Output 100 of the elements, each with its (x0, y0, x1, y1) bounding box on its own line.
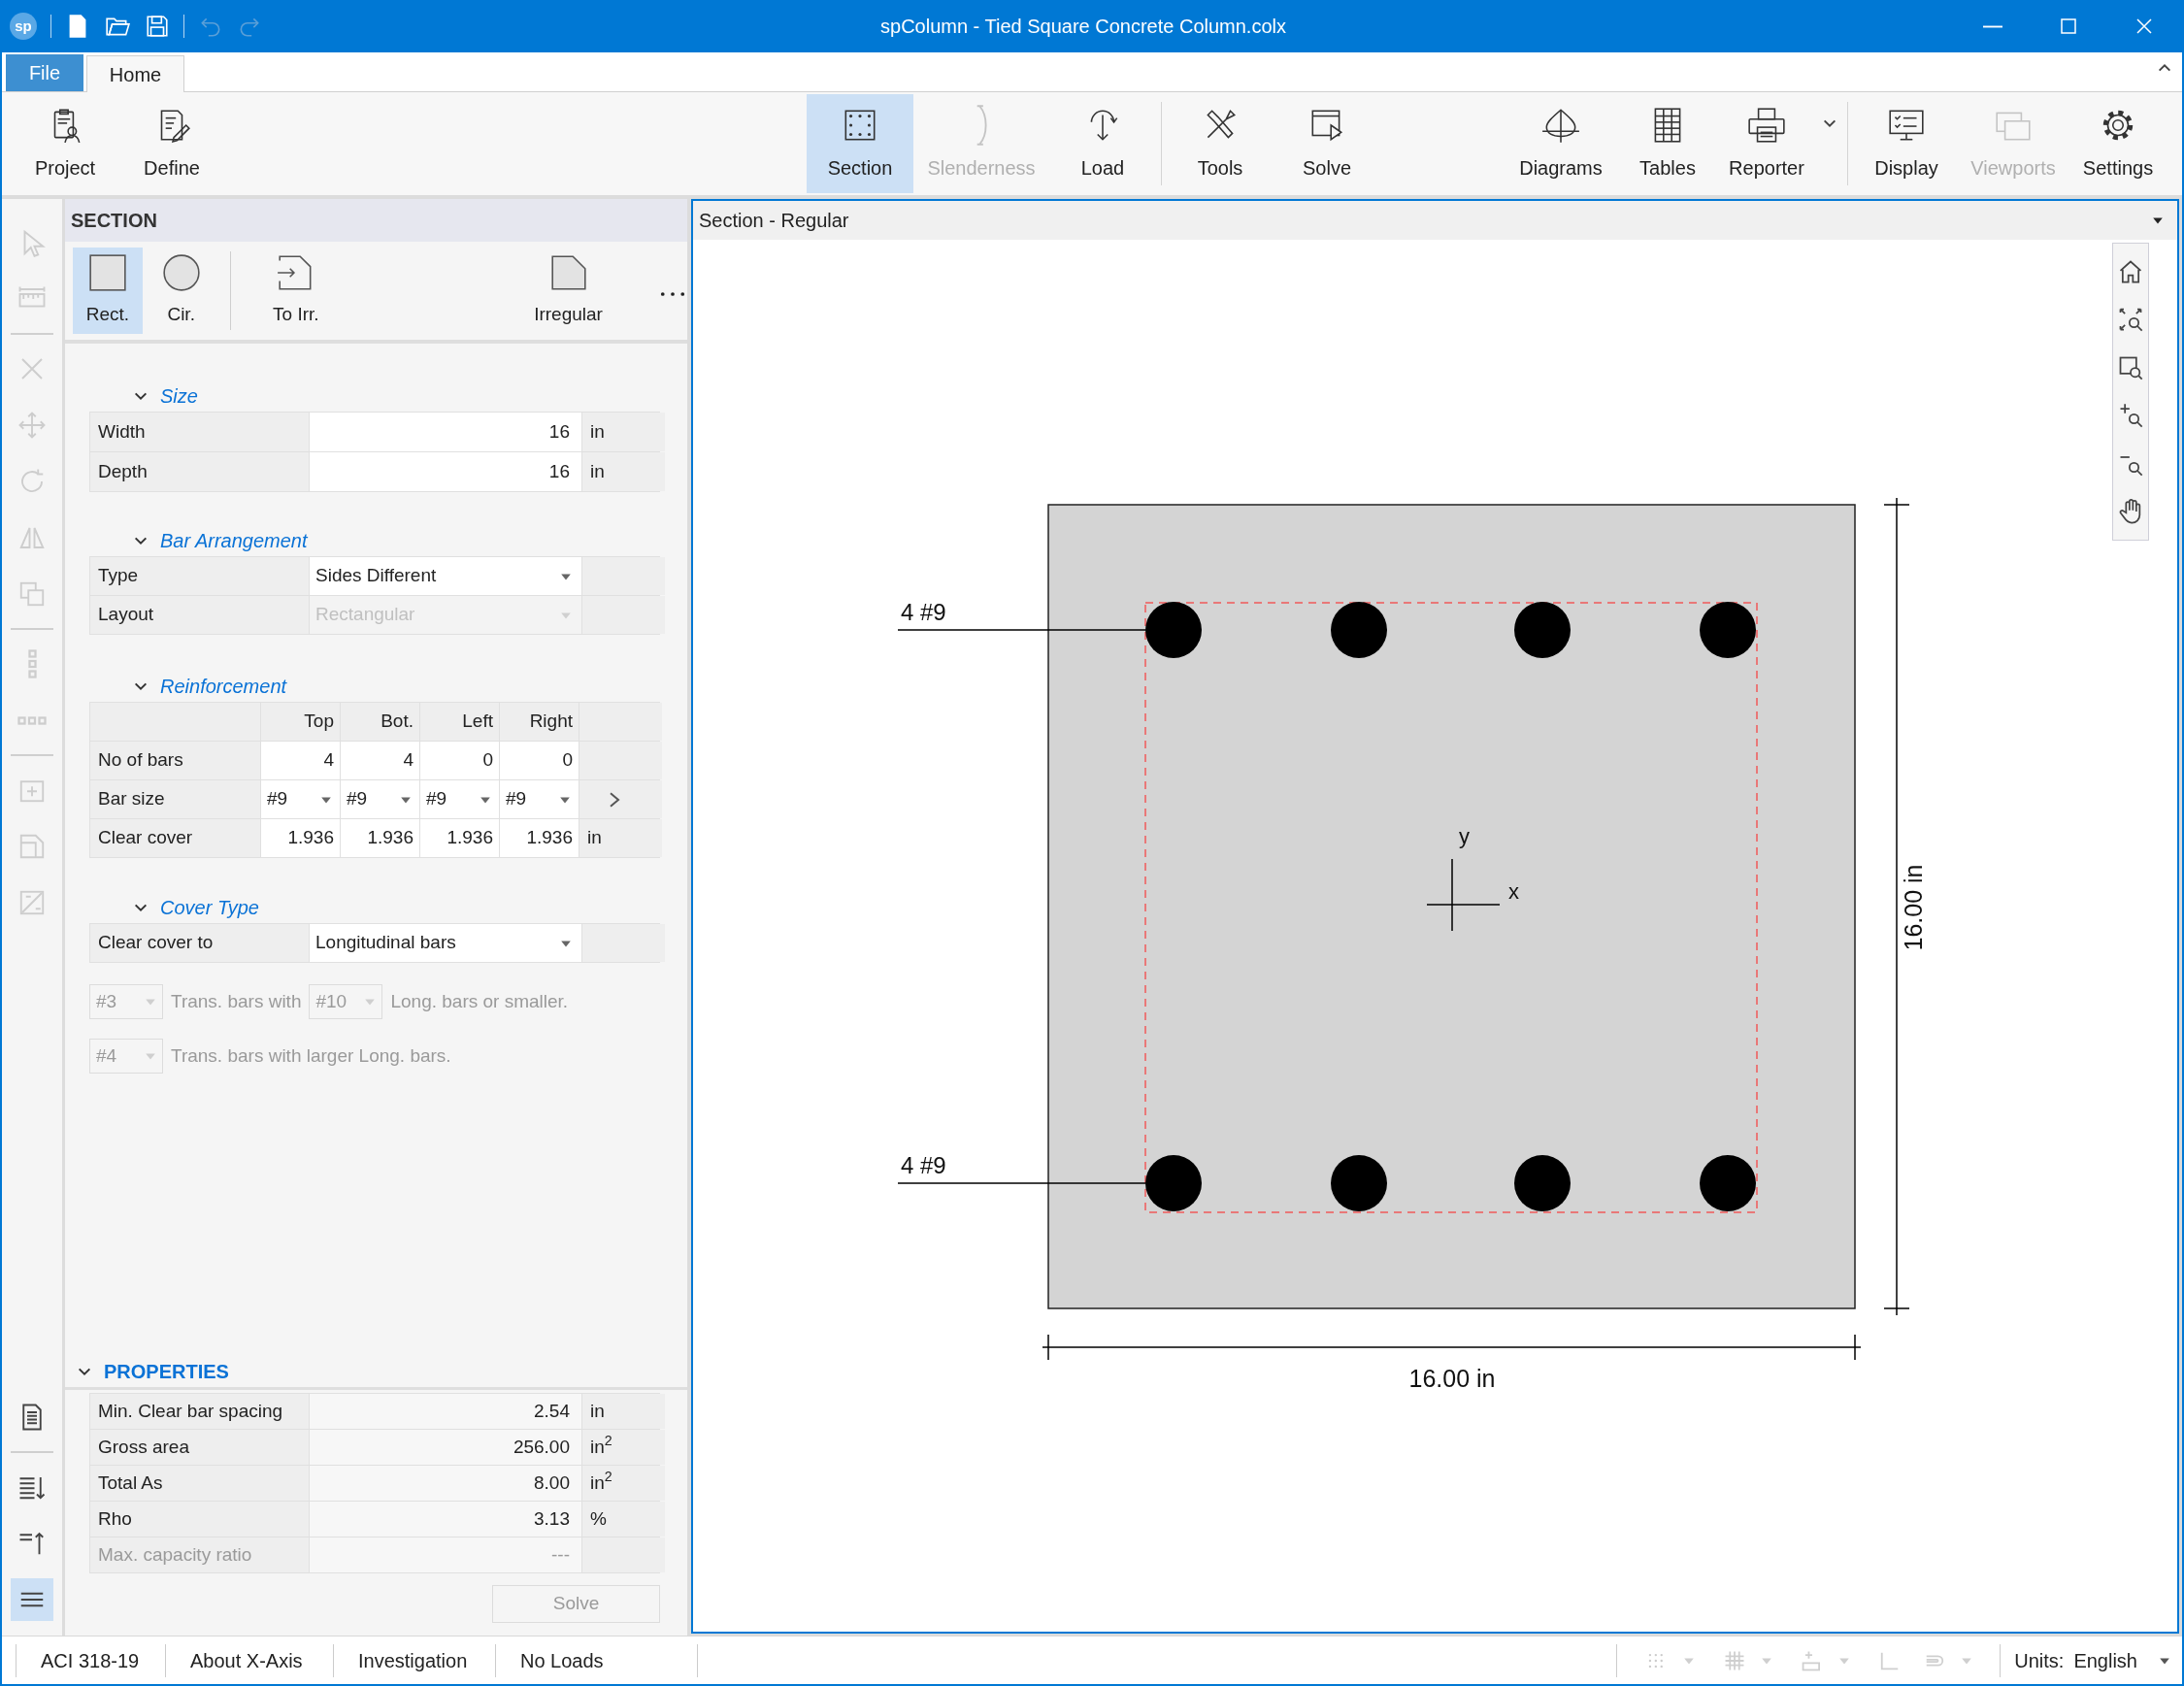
app-logo: sp (10, 13, 37, 40)
field-label: Bar size (90, 780, 260, 818)
input-field[interactable]: 0 (420, 742, 499, 779)
window-title: spColumn - Tied Square Concrete Column.colx (879, 15, 1287, 39)
status-item: Investigation (357, 1648, 469, 1673)
tool-button[interactable] (11, 1578, 53, 1621)
value-text: --- (310, 1537, 581, 1572)
rebar (1700, 1155, 1756, 1211)
status-item: About X-Axis (189, 1648, 304, 1673)
value-text: 2.54 (310, 1394, 581, 1429)
ribbon-tab[interactable]: Home (86, 55, 184, 92)
group-heading: Cover Type (160, 896, 259, 920)
vertical-dots-icon (27, 649, 37, 678)
unit-label: in$^{2}$ (582, 1430, 665, 1465)
value-text: 8.00 (310, 1466, 581, 1501)
units-dropdown[interactable]: English (2073, 1645, 2170, 1675)
dropdown[interactable]: #9 (500, 780, 579, 818)
rebar (1331, 1155, 1387, 1211)
ribbon-button[interactable]: Display (1853, 94, 1960, 193)
close-icon (2134, 17, 2154, 36)
dimension-label: 16.00 in (1900, 864, 1927, 951)
shape-button[interactable]: Cir. (146, 248, 216, 334)
dropdown[interactable]: #9 (341, 780, 419, 818)
rebar (1145, 1155, 1202, 1211)
view-title: Section - Regular (699, 209, 849, 233)
column-header: Top (261, 703, 340, 741)
status-item: ACI 318-19 (40, 1648, 141, 1673)
field-label: Total As (90, 1466, 309, 1501)
ribbon-button[interactable]: Settings (2067, 94, 2169, 193)
zoom-extents-icon[interactable] (2117, 306, 2144, 334)
field-label: Gross area (90, 1430, 309, 1465)
field-label: Clear cover (90, 819, 260, 857)
rule-text: Trans. bars with (171, 989, 302, 1013)
save-icon[interactable] (145, 14, 170, 39)
shape-button[interactable]: Irregular (516, 248, 620, 334)
group-heading: PROPERTIES (104, 1359, 229, 1384)
ribbon-button[interactable]: Reporter (1716, 94, 1817, 193)
panel-header: SECTION (65, 199, 687, 242)
dropdown[interactable]: #9 (261, 780, 340, 818)
ribbon-button[interactable]: Section (807, 94, 913, 193)
input-field[interactable]: 4 (341, 742, 419, 779)
units-label: Units: (2014, 1648, 2065, 1673)
field-label: Min. Clear bar spacing (90, 1394, 309, 1429)
ribbon-button[interactable]: Define (118, 94, 225, 193)
maximize-icon (2059, 17, 2078, 36)
dimension-label: 16.00 in (1408, 1365, 1496, 1392)
rebar (1514, 1155, 1571, 1211)
input-field[interactable]: 16 (310, 413, 581, 451)
unit-label: in (582, 1394, 665, 1429)
rebar (1700, 602, 1756, 658)
field-label: Width (90, 413, 309, 451)
input-field[interactable]: 0 (500, 742, 579, 779)
ribbon-button[interactable]: Diagrams (1503, 94, 1619, 193)
input-field[interactable]: 16 (310, 452, 581, 491)
dropdown[interactable]: Sides Different (310, 557, 581, 595)
field-label: No of bars (90, 742, 260, 779)
unit-label: in (582, 452, 665, 491)
input-field[interactable]: 1.936 (500, 819, 579, 857)
value-text: 3.13 (310, 1502, 581, 1537)
dropdown[interactable]: #9 (420, 780, 499, 818)
column-header: Bot. (341, 703, 419, 741)
shape-button[interactable]: Rect. (73, 248, 143, 334)
field-label: Rho (90, 1502, 309, 1537)
input-field[interactable]: 1.936 (261, 819, 340, 857)
circle-icon (160, 252, 202, 294)
ribbon-button[interactable]: Tools (1167, 94, 1274, 193)
column-header: Left (420, 703, 499, 741)
unit-label: in (579, 819, 662, 857)
value-text: 256.00 (310, 1430, 581, 1465)
rebar (1514, 602, 1571, 658)
input-field[interactable]: 1.936 (341, 819, 419, 857)
ribbon-button[interactable]: Load (1049, 94, 1156, 193)
copy-icon (17, 579, 47, 609)
field-label: Layout (90, 596, 309, 634)
field-label: Max. capacity ratio (90, 1537, 309, 1572)
axis-label: y (1459, 824, 1470, 848)
unit-label: in (582, 413, 665, 451)
unit-label: in$^{2}$ (582, 1466, 665, 1501)
scale-icon (17, 888, 47, 917)
field-label: Type (90, 557, 309, 595)
input-field[interactable]: 4 (261, 742, 340, 779)
more-icon (659, 290, 687, 298)
move-icon (17, 411, 47, 440)
group-heading: Bar Arrangement (160, 529, 308, 553)
printer-icon (1746, 105, 1787, 146)
axis-label: x (1508, 879, 1519, 904)
ribbon-button[interactable]: Solve (1274, 94, 1380, 193)
column-header: Right (500, 703, 579, 741)
field-label: Clear cover to (90, 924, 309, 962)
shape-button[interactable]: To Irr. (244, 248, 348, 334)
input-field[interactable]: 1.936 (420, 819, 499, 857)
minimize-icon (1983, 24, 2002, 28)
ribbon-button[interactable]: Project (12, 94, 118, 193)
ribbon-button[interactable]: Tables (1619, 94, 1716, 193)
group-heading: Reinforcement (160, 675, 287, 699)
unit-label: % (582, 1502, 665, 1537)
bar-label: 4 #9 (901, 599, 946, 625)
bar-label: 4 #9 (901, 1152, 946, 1178)
dropdown[interactable]: Longitudinal bars (310, 924, 581, 962)
rebar (1331, 602, 1387, 658)
